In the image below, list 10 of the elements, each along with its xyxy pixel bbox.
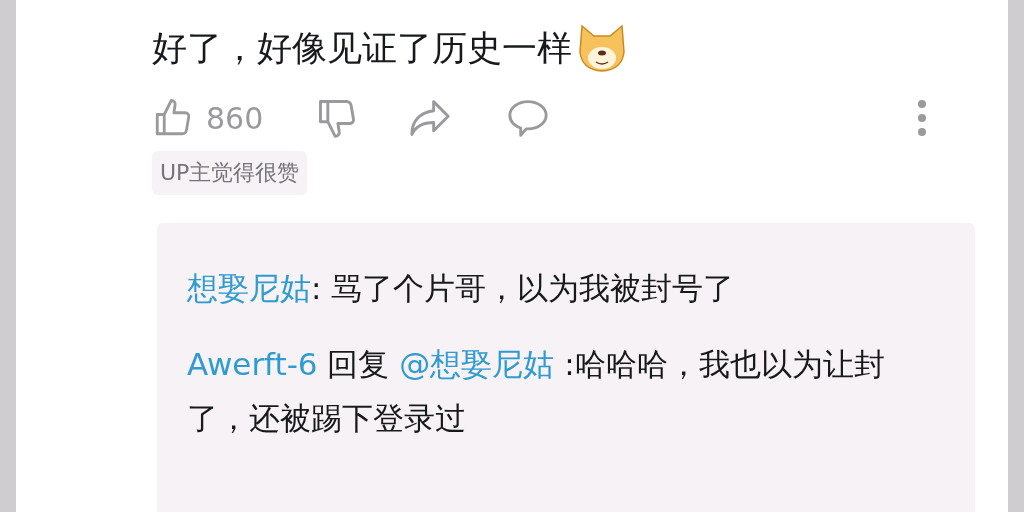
author-link[interactable]: 想娶尼姑 [187,270,311,306]
comment-text: 好了，好像见证了历史一样 [152,30,572,66]
reply-text: 想娶尼姑: 骂了个片哥，以为我被封号了 [187,269,736,308]
dog-emoji-icon [576,22,628,74]
mention-link[interactable]: @想娶尼姑 [399,346,555,382]
up-liked-tag: UP主觉得很赞 [152,151,308,195]
author-link[interactable]: Awerft-6 [187,346,318,382]
reply-text: Awerft-6 回复 @想娶尼姑 :哈哈哈，我也以为让封了，还被踢下登录过 [187,345,886,438]
like-button[interactable]: 860 [152,95,264,141]
more-icon[interactable] [917,99,927,137]
